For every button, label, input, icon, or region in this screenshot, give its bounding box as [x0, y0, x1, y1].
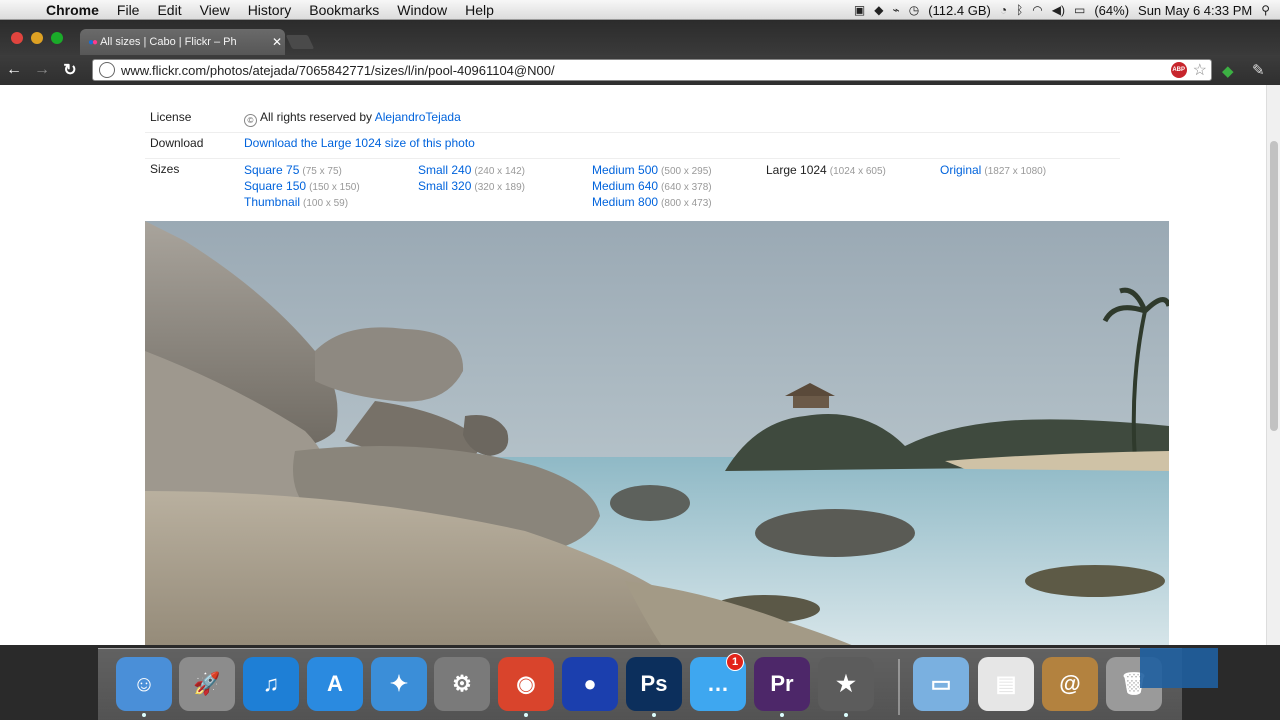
sizes-column-original: Original (1827 x 1080) [940, 162, 1114, 178]
dock-pokeball-app-icon[interactable]: ● [562, 657, 618, 711]
mac-dock: ☺ 🚀 ♫ A ✦ ⚙ ◉ ● Ps… 1 Pr ★ ▭ ▤ @ 🗑 [98, 648, 1182, 720]
running-indicator [844, 713, 848, 717]
large-photo[interactable] [145, 221, 1169, 645]
url-text[interactable]: www.flickr.com/photos/atejada/7065842771… [121, 63, 1171, 78]
scrollbar-thumb[interactable] [1270, 141, 1278, 431]
dock-imovie-icon[interactable]: ★ [818, 657, 874, 717]
size-thumbnail[interactable]: Thumbnail (100 x 59) [244, 194, 418, 210]
clock[interactable]: Sun May 6 4:33 PM [1138, 3, 1252, 18]
address-bar[interactable]: www.flickr.com/photos/atejada/7065842771… [92, 59, 1212, 81]
flickr-favicon-icon: ●● [88, 36, 98, 48]
battery-percent[interactable]: (64%) [1094, 3, 1129, 18]
page-content: License © All rights reserved by Alejandr… [0, 85, 1266, 645]
forward-button[interactable]: → [28, 61, 56, 79]
background-window-fragment [1140, 648, 1218, 688]
download-link[interactable]: Download the Large 1024 size of this pho… [244, 136, 475, 150]
size-square-150[interactable]: Square 150 (150 x 150) [244, 178, 418, 194]
menu-edit[interactable]: Edit [148, 0, 190, 20]
browser-window: ●● All sizes | Cabo | Flickr – Ph ✕ ← → … [0, 21, 1280, 645]
size-small-320[interactable]: Small 320 (320 x 189) [418, 178, 592, 194]
extension-icon[interactable]: ◆ [1222, 62, 1234, 80]
license-text: All rights reserved by [260, 110, 375, 124]
status-menus: ▣ ◆ ⌁ ◷ (112.4 GB) ◔ ᛒ ◠ ◀) ▭ (64%) Sun … [854, 0, 1280, 20]
sizes-column-medium: Medium 500 (500 x 295) Medium 640 (640 x 3… [592, 162, 766, 210]
license-label: License [150, 110, 192, 124]
dock-preview-doc-icon[interactable]: ▤ [978, 657, 1034, 711]
bookmark-star-icon[interactable]: ☆ [1193, 60, 1207, 80]
sizes-row: Sizes Square 75 (75 x 75) Square 150 (150 … [145, 159, 1120, 215]
mac-menubar: Chrome File Edit View History Bookmarks … [0, 0, 1280, 20]
author-link[interactable]: AlejandroTejada [375, 110, 461, 124]
menu-file[interactable]: File [108, 0, 149, 20]
tab-strip: ●● All sizes | Cabo | Flickr – Ph ✕ [0, 21, 1280, 55]
dock-app-store-icon[interactable]: A [307, 657, 363, 711]
airplay-icon[interactable]: ⌁ [892, 3, 899, 17]
disk-space-label[interactable]: (112.4 GB) [928, 3, 991, 18]
menu-app[interactable]: Chrome [36, 0, 108, 20]
dock-launchpad-icon[interactable]: 🚀 [179, 657, 235, 711]
disk-icon[interactable]: ◷ [909, 3, 919, 17]
sizes-label: Sizes [150, 162, 180, 176]
close-tab-icon[interactable]: ✕ [269, 35, 285, 49]
download-row: Download Download the Large 1024 size of… [145, 133, 1120, 159]
menu-help[interactable]: Help [456, 0, 503, 20]
notification-badge: 1 [726, 653, 744, 671]
volume-icon[interactable]: ◀) [1052, 3, 1065, 17]
globe-icon [99, 62, 115, 78]
tab-title: All sizes | Cabo | Flickr – Ph [100, 36, 237, 48]
bluetooth-icon[interactable]: ᛒ [1016, 3, 1023, 17]
sizes-column-large: Large 1024 (1024 x 605) [766, 162, 940, 178]
browser-toolbar: ← → ↻ www.flickr.com/photos/atejada/7065… [0, 55, 1280, 85]
menu-view[interactable]: View [191, 0, 239, 20]
menu-history[interactable]: History [239, 0, 301, 20]
dock-separator [898, 659, 900, 715]
size-medium-800[interactable]: Medium 800 (800 x 473) [592, 194, 766, 210]
camera-icon[interactable]: ▣ [854, 3, 865, 17]
adblock-icon[interactable]: ABP [1170, 62, 1187, 78]
minimize-window-button[interactable] [31, 32, 43, 44]
dock-safari-icon[interactable]: ✦ [371, 657, 427, 711]
zoom-window-button[interactable] [51, 32, 63, 44]
size-medium-640[interactable]: Medium 640 (640 x 378) [592, 178, 766, 194]
menu-bookmarks[interactable]: Bookmarks [300, 0, 388, 20]
running-indicator [780, 713, 784, 717]
license-value: © All rights reserved by AlejandroTejada [244, 110, 461, 127]
reload-button[interactable]: ↻ [56, 60, 84, 80]
new-tab-button[interactable] [285, 35, 315, 49]
copyright-icon: © [244, 114, 257, 127]
dock-system-preferences-icon[interactable]: ⚙ [434, 657, 490, 711]
license-row: License © All rights reserved by Alejandr… [145, 107, 1120, 133]
dock-finder-icon[interactable]: ☺ [116, 657, 172, 717]
dock-address-book-icon[interactable]: @ [1042, 657, 1098, 711]
dock-premiere-icon[interactable]: Pr [754, 657, 810, 717]
battery-icon[interactable]: ▭ [1074, 3, 1085, 17]
size-medium-500[interactable]: Medium 500 (500 x 295) [592, 162, 766, 178]
tab-flickr[interactable]: ●● All sizes | Cabo | Flickr – Ph ✕ [80, 29, 285, 55]
wifi-icon[interactable]: ◠ [1032, 3, 1042, 17]
size-large-1024-current: Large 1024 (1024 x 605) [766, 163, 886, 177]
download-label: Download [150, 136, 204, 150]
dropbox-icon[interactable]: ◆ [874, 3, 883, 17]
sizes-column-square: Square 75 (75 x 75) Square 150 (150 x 150)… [244, 162, 418, 210]
back-button[interactable]: ← [0, 61, 28, 79]
running-indicator [524, 713, 528, 717]
size-square-75[interactable]: Square 75 (75 x 75) [244, 162, 418, 178]
wrench-menu-icon[interactable]: ✎ [1252, 61, 1265, 79]
time-machine-icon[interactable]: ◔ [1000, 3, 1007, 17]
size-original[interactable]: Original (1827 x 1080) [940, 162, 1114, 178]
dock-itunes-icon[interactable]: ♫ [243, 657, 299, 711]
menu-window[interactable]: Window [388, 0, 456, 20]
dock-photoshop-icon[interactable]: Ps [626, 657, 682, 717]
running-indicator [652, 713, 656, 717]
dock-messages-icon[interactable]: … 1 [690, 653, 746, 711]
running-indicator [142, 713, 146, 717]
sizes-column-small: Small 240 (240 x 142) Small 320 (320 x 189… [418, 162, 592, 194]
dock-documents-folder-icon[interactable]: ▭ [913, 657, 969, 711]
size-small-240[interactable]: Small 240 (240 x 142) [418, 162, 592, 178]
dock-chrome-icon[interactable]: ◉ [498, 657, 554, 717]
page-scrollbar[interactable] [1266, 85, 1280, 645]
spotlight-icon[interactable]: ⚲ [1261, 3, 1270, 17]
close-window-button[interactable] [11, 32, 23, 44]
